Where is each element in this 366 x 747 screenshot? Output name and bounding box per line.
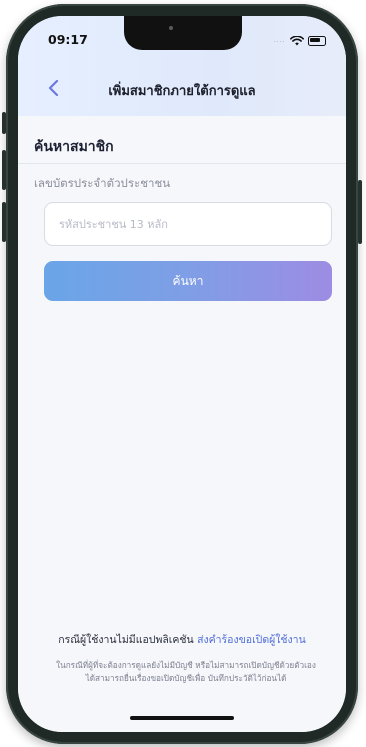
notch [124,16,242,50]
side-button-volume-up [2,150,6,190]
side-button-power [358,180,362,244]
footer-note: ในกรณีที่ผู้ที่จะต้องการดูแลยังไม่มีบัญช… [56,660,316,683]
side-button-volume-down [2,202,6,242]
section-divider [18,163,346,164]
citizen-id-input[interactable] [44,202,332,246]
battery-icon [307,36,326,46]
status-time: 09:17 [48,32,88,47]
id-card-field-label: เลขบัตรประจำตัวประชาชน [34,176,171,190]
no-app-footer: กรณีผู้ใช้งานไม่มีแอปพลิเคชัน ส่งคำร้องข… [18,631,346,648]
signal-dots: .... [274,37,286,44]
phone-screen: 09:17 .... เพิ่มสมาชิกภายใต้การดูแล ค้นห… [18,16,346,732]
request-account-link[interactable]: ส่งคำร้องขอเปิดผู้ใช้งาน [197,634,306,646]
section-title: ค้นหาสมาชิก [34,139,114,155]
camera-dot [169,26,173,30]
wifi-icon [289,36,304,46]
status-icons: .... [274,35,326,47]
back-chevron-icon[interactable] [42,76,66,100]
no-app-prompt: กรณีผู้ใช้งานไม่มีแอปพลิเคชัน [58,634,194,646]
home-indicator [130,716,234,720]
main-content: ค้นหาสมาชิก เลขบัตรประจำตัวประชาชน ค้นหา… [18,116,346,732]
side-button-mute [2,112,6,134]
page-title: เพิ่มสมาชิกภายใต้การดูแล [108,84,256,99]
search-button[interactable]: ค้นหา [44,261,332,301]
